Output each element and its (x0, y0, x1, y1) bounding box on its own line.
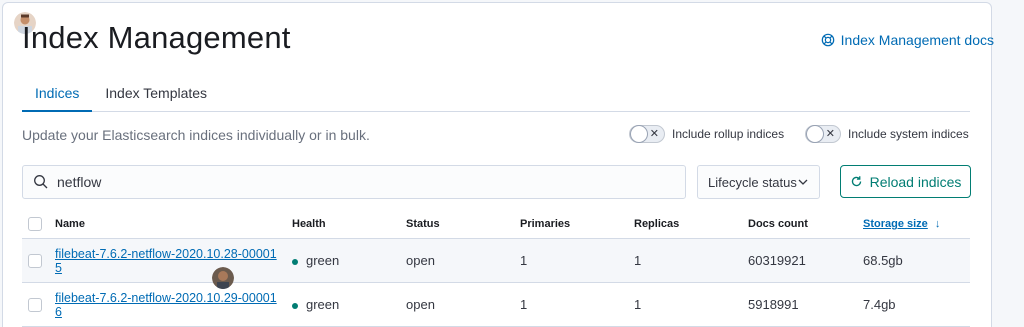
docs-link-label: Index Management docs (840, 32, 994, 48)
storage-size-cell: 7.4gb (863, 297, 896, 312)
health-cell: green (292, 297, 406, 312)
table-row[interactable]: filebeat-7.6.2-netflow-2020.10.29-000016… (22, 283, 970, 327)
docs-count-cell: 5918991 (748, 297, 799, 312)
column-header-health[interactable]: Health (292, 218, 406, 230)
row-checkbox[interactable] (28, 297, 42, 312)
health-dot-icon (292, 258, 298, 265)
include-system-toggle[interactable]: ✕ Include system indices (805, 125, 969, 143)
reload-indices-button[interactable]: Reload indices (840, 165, 971, 198)
index-name-link[interactable]: filebeat-7.6.2-netflow-2020.10.29-000016 (55, 291, 280, 319)
search-icon (34, 175, 48, 189)
x-icon: ✕ (649, 128, 659, 140)
search-input[interactable] (57, 174, 657, 190)
include-system-label: Include system indices (848, 127, 969, 141)
tab-indices[interactable]: Indices (22, 78, 93, 112)
column-header-replicas[interactable]: Replicas (634, 218, 748, 230)
arrow-down-icon: ↓ (934, 218, 941, 230)
help-icon (821, 33, 834, 47)
table-header: Name Health Status Primaries Replicas Do… (22, 210, 970, 239)
table-row[interactable]: filebeat-7.6.2-netflow-2020.10.28-000015… (22, 239, 970, 283)
primaries-cell: 1 (520, 297, 528, 312)
search-field[interactable] (22, 165, 686, 199)
x-icon: ✕ (825, 128, 835, 140)
row-checkbox[interactable] (28, 253, 42, 268)
storage-size-cell: 68.5gb (863, 253, 903, 268)
toggle-switch[interactable]: ✕ (629, 125, 665, 143)
docs-count-cell: 60319921 (748, 253, 806, 268)
index-name-link[interactable]: filebeat-7.6.2-netflow-2020.10.28-000015 (55, 247, 280, 275)
indices-table: Name Health Status Primaries Replicas Do… (22, 210, 970, 327)
cursor-avatar (212, 267, 234, 289)
column-header-docs-count[interactable]: Docs count (748, 218, 863, 230)
column-header-primaries[interactable]: Primaries (520, 218, 634, 230)
select-all-checkbox[interactable] (28, 217, 42, 231)
primaries-cell: 1 (520, 253, 528, 268)
tab-index-templates[interactable]: Index Templates (92, 78, 220, 112)
toggle-switch[interactable]: ✕ (805, 125, 841, 143)
chevron-down-icon (798, 179, 808, 185)
page-description: Update your Elasticsearch indices indivi… (22, 127, 370, 143)
include-rollup-label: Include rollup indices (672, 127, 785, 141)
tabs: Indices Index Templates (22, 78, 970, 112)
health-cell: green (292, 253, 406, 268)
docs-link[interactable]: Index Management docs (821, 32, 994, 48)
lifecycle-status-label: Lifecycle status (708, 174, 797, 190)
include-rollup-toggle[interactable]: ✕ Include rollup indices (629, 125, 784, 143)
replicas-cell: 1 (634, 253, 642, 268)
status-cell: open (406, 253, 435, 268)
column-header-storage-size[interactable]: Storage size ↓ (863, 218, 963, 230)
column-header-status[interactable]: Status (406, 218, 520, 230)
reload-indices-label: Reload indices (869, 173, 962, 190)
storage-size-label: Storage size (863, 218, 928, 230)
health-dot-icon (292, 302, 298, 309)
refresh-icon (851, 176, 861, 187)
replicas-cell: 1 (634, 297, 642, 312)
column-header-name[interactable]: Name (55, 218, 292, 230)
status-cell: open (406, 297, 435, 312)
lifecycle-status-filter[interactable]: Lifecycle status (697, 165, 820, 199)
page-title: Index Management (22, 20, 291, 55)
